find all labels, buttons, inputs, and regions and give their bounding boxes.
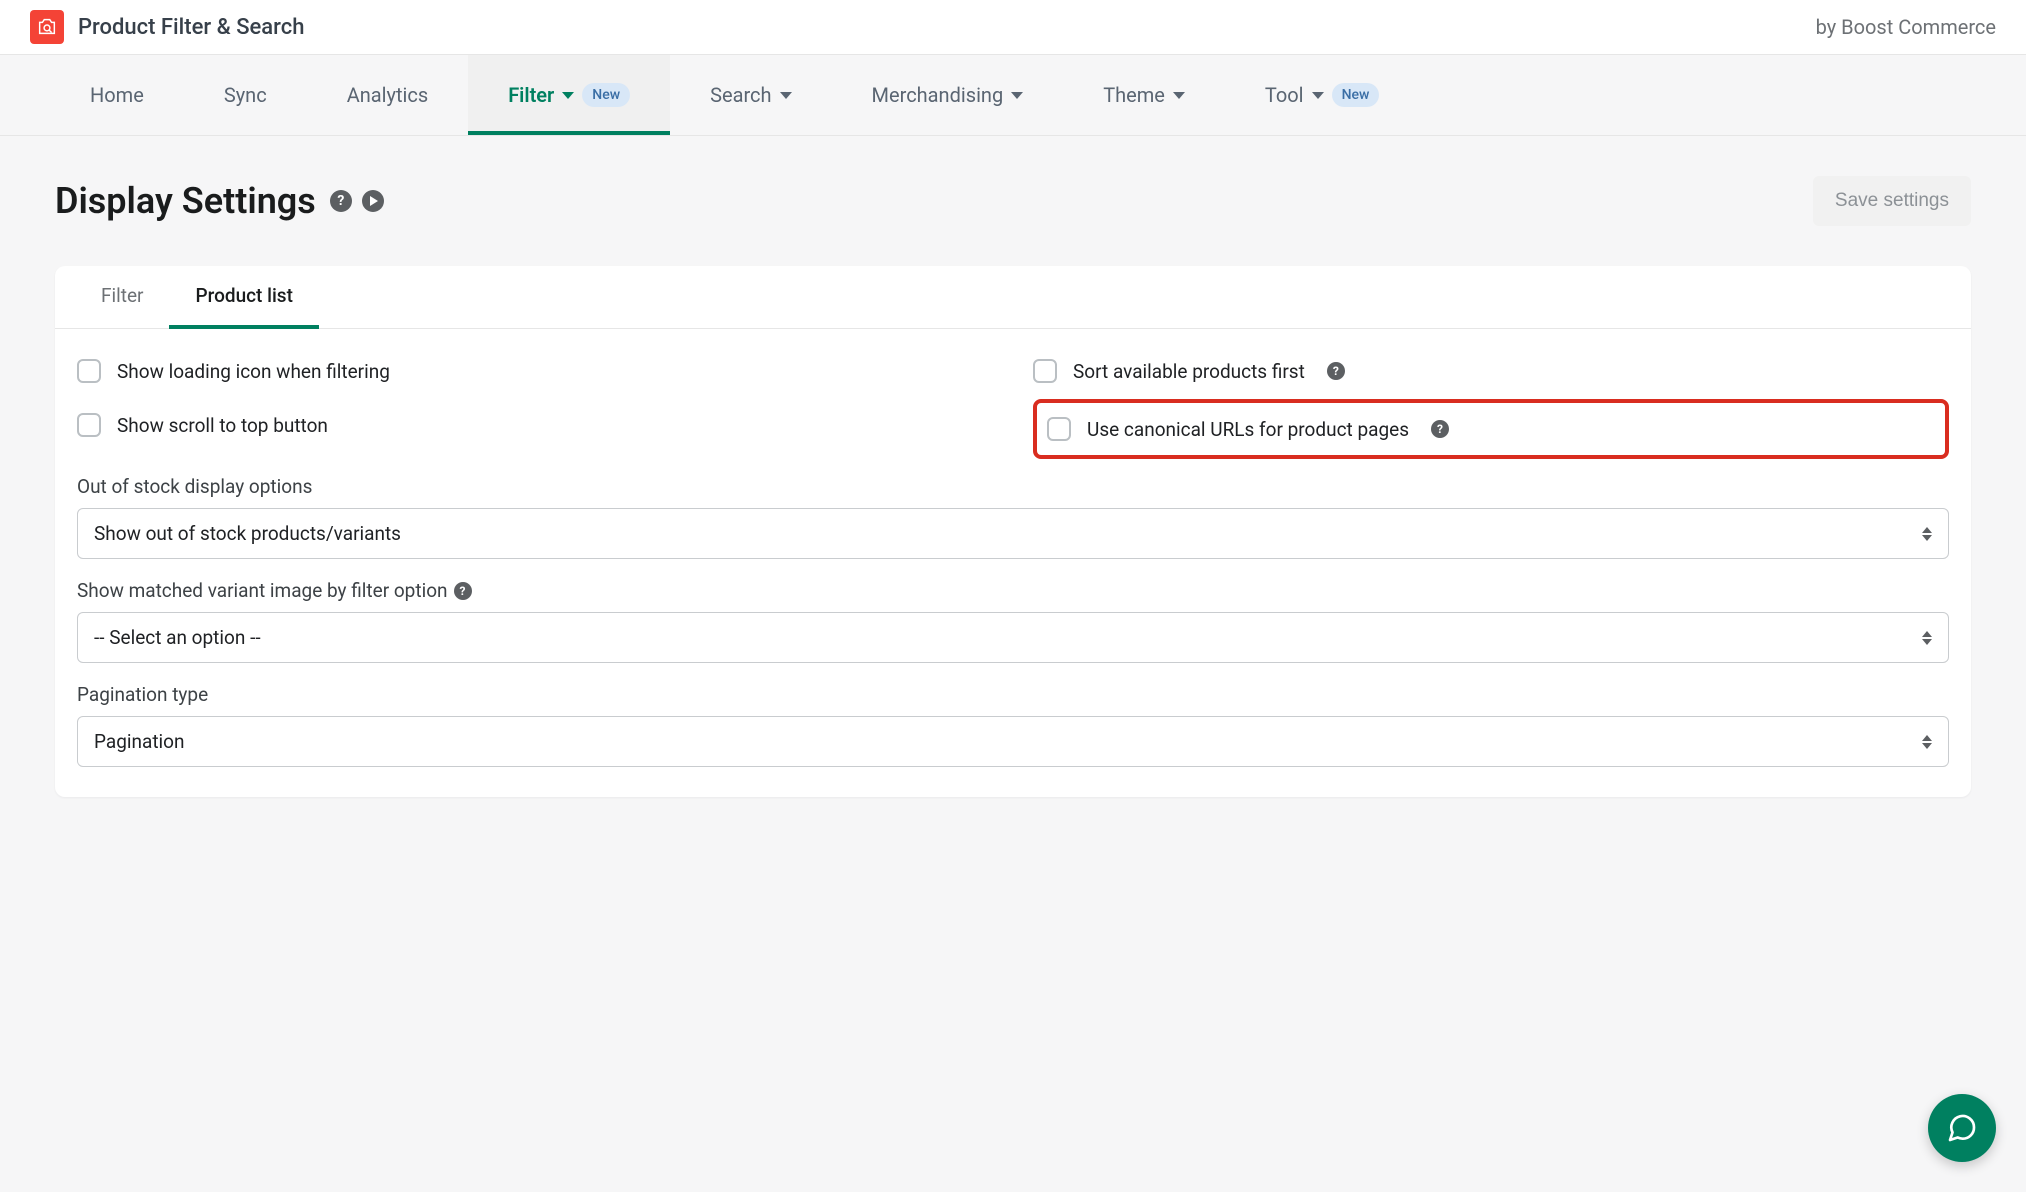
- nav-merchandising[interactable]: Merchandising: [832, 55, 1064, 135]
- app-title: Product Filter & Search: [78, 15, 1816, 40]
- page-title: Display Settings: [55, 180, 316, 222]
- chevron-down-icon: [562, 92, 574, 99]
- help-icon[interactable]: ?: [330, 190, 352, 212]
- nav-tool[interactable]: Tool New: [1225, 55, 1419, 135]
- checkbox-canonical[interactable]: Use canonical URLs for product pages ?: [1047, 417, 1931, 441]
- checkbox-show-loading[interactable]: Show loading icon when filtering: [77, 349, 993, 393]
- checkbox-icon: [1047, 417, 1071, 441]
- save-settings-button[interactable]: Save settings: [1813, 176, 1971, 226]
- nav-sync-label: Sync: [224, 83, 267, 107]
- chevron-down-icon: [1312, 92, 1324, 99]
- card-tabs: Filter Product list: [55, 266, 1971, 329]
- field-pagination: Pagination type Pagination: [77, 683, 1949, 767]
- nav-filter-label: Filter: [508, 83, 554, 107]
- nav-search[interactable]: Search: [670, 55, 831, 135]
- checkbox-canonical-label: Use canonical URLs for product pages: [1087, 418, 1409, 441]
- badge-new: New: [1332, 83, 1380, 107]
- field-out-of-stock: Out of stock display options Show out of…: [77, 475, 1949, 559]
- oos-select[interactable]: Show out of stock products/variants: [77, 508, 1949, 559]
- variant-label: Show matched variant image by filter opt…: [77, 579, 1949, 602]
- nav-home-label: Home: [90, 83, 144, 107]
- chat-icon: [1946, 1112, 1978, 1144]
- select-caret-icon: [1922, 527, 1932, 541]
- checkbox-scroll-top[interactable]: Show scroll to top button: [77, 403, 993, 447]
- checkbox-icon: [1033, 359, 1057, 383]
- nav-theme[interactable]: Theme: [1063, 55, 1225, 135]
- nav-theme-label: Theme: [1103, 83, 1165, 107]
- camera-search-icon: [36, 16, 58, 38]
- badge-new: New: [582, 83, 630, 107]
- play-icon[interactable]: [362, 190, 384, 212]
- nav-analytics[interactable]: Analytics: [307, 55, 469, 135]
- app-author: by Boost Commerce: [1816, 15, 1996, 39]
- checkbox-scroll-top-label: Show scroll to top button: [117, 414, 328, 437]
- checkbox-icon: [77, 359, 101, 383]
- nav-analytics-label: Analytics: [347, 83, 429, 107]
- nav-filter[interactable]: Filter New: [468, 55, 670, 135]
- pagination-select-value: Pagination: [94, 730, 185, 753]
- main-nav: Home Sync Analytics Filter New Search Me…: [0, 55, 2026, 136]
- nav-merchandising-label: Merchandising: [872, 83, 1004, 107]
- app-header: Product Filter & Search by Boost Commerc…: [0, 0, 2026, 55]
- chevron-down-icon: [1173, 92, 1185, 99]
- variant-select[interactable]: -- Select an option --: [77, 612, 1949, 663]
- checkbox-show-loading-label: Show loading icon when filtering: [117, 360, 390, 383]
- select-caret-icon: [1922, 631, 1932, 645]
- pagination-select[interactable]: Pagination: [77, 716, 1949, 767]
- variant-select-value: -- Select an option --: [94, 626, 261, 649]
- tab-product-list[interactable]: Product list: [169, 266, 318, 329]
- page-content: Display Settings ? Save settings Filter …: [0, 136, 2026, 837]
- oos-label: Out of stock display options: [77, 475, 1949, 498]
- nav-home[interactable]: Home: [50, 55, 184, 135]
- select-caret-icon: [1922, 735, 1932, 749]
- oos-select-value: Show out of stock products/variants: [94, 522, 401, 545]
- nav-tool-label: Tool: [1265, 83, 1304, 107]
- card-body: Show loading icon when filtering Sort av…: [55, 329, 1971, 797]
- nav-search-label: Search: [710, 83, 771, 107]
- tab-product-list-label: Product list: [195, 284, 292, 307]
- checkbox-sort-available[interactable]: Sort available products first ?: [1033, 349, 1949, 393]
- pagination-label: Pagination type: [77, 683, 1949, 706]
- settings-card: Filter Product list Show loading icon wh…: [55, 266, 1971, 797]
- app-logo: [30, 10, 64, 44]
- help-icon[interactable]: ?: [1327, 362, 1345, 380]
- checkbox-sort-available-label: Sort available products first: [1073, 360, 1305, 383]
- help-icon[interactable]: ?: [454, 582, 472, 600]
- checkbox-icon: [77, 413, 101, 437]
- page-head: Display Settings ? Save settings: [55, 176, 1971, 226]
- nav-sync[interactable]: Sync: [184, 55, 307, 135]
- variant-label-text: Show matched variant image by filter opt…: [77, 579, 448, 602]
- tab-filter-label: Filter: [101, 284, 143, 307]
- highlight-canonical: Use canonical URLs for product pages ?: [1033, 399, 1949, 459]
- field-variant-image: Show matched variant image by filter opt…: [77, 579, 1949, 663]
- help-icon[interactable]: ?: [1431, 420, 1449, 438]
- chevron-down-icon: [1011, 92, 1023, 99]
- chevron-down-icon: [780, 92, 792, 99]
- tab-filter[interactable]: Filter: [75, 266, 169, 328]
- chat-fab[interactable]: [1928, 1094, 1996, 1162]
